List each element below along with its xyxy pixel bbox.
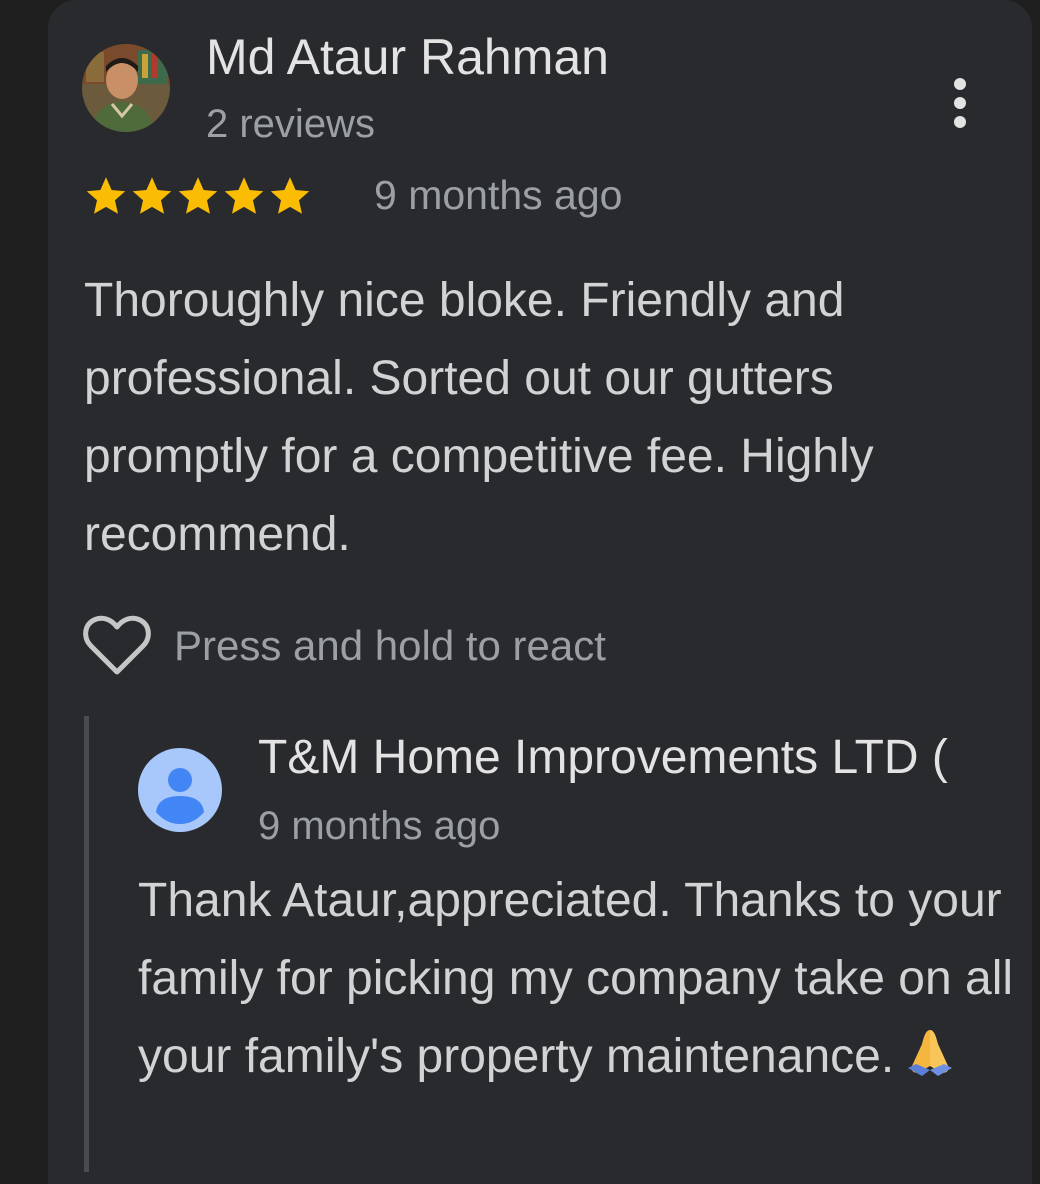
- heart-outline-icon: [83, 615, 151, 675]
- reply-text: Thank Ataur,appreciated. Thanks to your …: [138, 874, 1014, 1083]
- star-icon: [224, 177, 264, 214]
- owner-reply: Thank Ataur,appreciated. Thanks to your …: [138, 862, 1018, 1096]
- reply-time: 9 months ago: [258, 804, 501, 848]
- default-user-avatar-icon[interactable]: [138, 748, 222, 832]
- star-icon: [132, 177, 172, 214]
- star-icon: [178, 177, 218, 214]
- star-rating: [84, 174, 312, 222]
- owner-name[interactable]: T&M Home Improvements LTD (: [258, 730, 1040, 785]
- reviewer-review-count: 2 reviews: [206, 102, 375, 146]
- review-time: 9 months ago: [374, 172, 623, 218]
- react-button[interactable]: Press and hold to react: [82, 614, 606, 678]
- reviewer-name[interactable]: Md Ataur Rahman: [206, 28, 609, 86]
- review-text: Thoroughly nice bloke. Friendly and prof…: [84, 274, 874, 561]
- star-icon: [86, 177, 126, 214]
- folded-hands-emoji: [908, 1030, 953, 1076]
- react-label: Press and hold to react: [174, 622, 606, 669]
- reply-divider: [84, 716, 89, 1172]
- more-vertical-icon[interactable]: [938, 72, 982, 136]
- star-icon: [270, 177, 310, 214]
- reviewer-avatar[interactable]: [82, 44, 170, 132]
